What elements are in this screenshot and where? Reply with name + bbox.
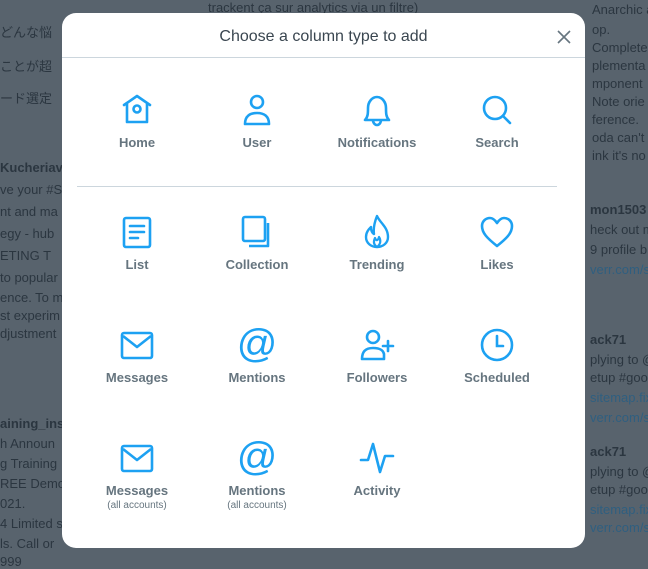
column-type-label: Followers xyxy=(346,370,408,385)
background-text: op. xyxy=(592,22,611,37)
background-text: nt and ma xyxy=(0,204,58,219)
column-type-trending[interactable]: Trending xyxy=(317,213,437,272)
bell-icon xyxy=(363,95,391,127)
background-text: どんな悩 xyxy=(0,25,53,40)
column-type-label: Mentions xyxy=(228,370,286,385)
column-type-label: Mentions xyxy=(228,483,286,498)
at-icon: @ xyxy=(238,326,276,364)
column-type-likes[interactable]: Likes xyxy=(437,213,557,272)
column-type-label: Home xyxy=(118,135,156,150)
svg-text:@: @ xyxy=(238,326,276,364)
column-type-label: Messages xyxy=(105,370,169,385)
background-text: ls. Call or xyxy=(0,536,55,551)
background-text: 4 Limited s xyxy=(0,516,63,531)
background-text: ve your #S xyxy=(0,182,63,197)
column-type-label: List xyxy=(125,257,149,272)
modal-title: Choose a column type to add xyxy=(219,28,428,45)
background-text: ことが超 xyxy=(0,59,53,74)
header-divider xyxy=(62,57,585,58)
column-type-messages-all-accounts[interactable]: Messages (all accounts) xyxy=(77,439,197,511)
background-text: ack71 xyxy=(590,444,627,459)
follow-icon xyxy=(360,329,395,361)
background-text: Complete xyxy=(592,40,648,55)
background-text: mon1503 xyxy=(590,202,647,217)
svg-text:@: @ xyxy=(238,439,276,477)
background-text: to popular xyxy=(0,270,58,285)
background-text: ference. xyxy=(592,112,639,127)
activity-icon xyxy=(359,442,395,474)
section-divider xyxy=(77,186,557,187)
column-type-mentions[interactable]: @ Mentions xyxy=(197,326,317,385)
user-icon xyxy=(243,94,271,126)
background-text: etup #goo xyxy=(590,482,648,497)
background-text: Kucheriav xyxy=(0,160,63,175)
heart-icon xyxy=(480,216,514,248)
background-text: ード選定 xyxy=(0,91,53,106)
column-type-notifications[interactable]: Notifications xyxy=(317,91,437,150)
column-type-sublabel: (all accounts) xyxy=(107,500,167,511)
background-text: 999 xyxy=(0,554,22,569)
background-text: 021. xyxy=(0,496,26,511)
column-type-search[interactable]: Search xyxy=(437,91,557,150)
background-text: verr.com/s xyxy=(590,410,648,425)
background-text: REE Demo xyxy=(0,476,66,491)
column-type-collection[interactable]: Collection xyxy=(197,213,317,272)
background-text: djustment xyxy=(0,326,57,341)
background-text: heck out m xyxy=(590,222,648,237)
search-icon xyxy=(482,95,512,125)
background-text: ink it's no xyxy=(592,148,646,163)
background-text: 9 profile b xyxy=(590,242,648,257)
column-type-scheduled[interactable]: Scheduled xyxy=(437,326,557,385)
column-type-label: Activity xyxy=(353,483,401,498)
column-type-label: Likes xyxy=(480,257,514,272)
background-text: plying to @ xyxy=(590,464,648,479)
background-text: h Announ xyxy=(0,436,55,451)
envelope-icon xyxy=(120,444,154,473)
at-icon: @ xyxy=(238,439,276,477)
background-text: verr.com/s xyxy=(590,262,648,277)
background-text: ack71 xyxy=(590,332,627,347)
background-text: sitemap.fix xyxy=(590,390,648,405)
background-text: sitemap.fix xyxy=(590,502,648,517)
background-text: plementa xyxy=(592,58,646,73)
background-text: Note orie xyxy=(592,94,645,109)
envelope-icon xyxy=(120,331,154,360)
background-text: st experim xyxy=(0,308,60,323)
column-type-list[interactable]: List xyxy=(77,213,197,272)
background-text: etup #goo xyxy=(590,370,648,385)
background-text: ETING T xyxy=(0,248,52,263)
column-type-home[interactable]: Home xyxy=(77,91,197,150)
column-type-messages[interactable]: Messages xyxy=(77,326,197,385)
column-type-label: Collection xyxy=(225,257,289,272)
home-icon xyxy=(122,94,152,124)
column-type-user[interactable]: User xyxy=(197,91,317,150)
background-text: Anarchic an xyxy=(592,2,648,17)
add-column-modal: Choose a column type to add Home User Noti… xyxy=(62,13,585,548)
column-type-label: Scheduled xyxy=(464,370,530,385)
background-text: ence. To m xyxy=(0,290,64,305)
column-type-followers[interactable]: Followers xyxy=(317,326,437,385)
flame-icon xyxy=(364,214,390,249)
background-text: plying to @ xyxy=(590,352,648,367)
background-text: g Training xyxy=(0,456,58,471)
column-type-sublabel: (all accounts) xyxy=(227,500,287,511)
background-text: oda can't xyxy=(592,130,645,145)
background-text: mponent xyxy=(592,76,643,91)
column-type-label: Trending xyxy=(349,257,405,272)
column-type-activity[interactable]: Activity xyxy=(317,439,437,498)
background-text: egy - hub xyxy=(0,226,55,241)
background-text: verr.com/s xyxy=(590,520,648,535)
column-type-label: User xyxy=(242,135,272,150)
clock-icon xyxy=(480,328,514,362)
column-type-label: Messages xyxy=(105,483,169,498)
column-type-mentions-all-accounts[interactable]: @ Mentions (all accounts) xyxy=(197,439,317,511)
column-type-label: Search xyxy=(475,135,519,150)
background-text: aining_inst xyxy=(0,416,69,431)
collection-icon xyxy=(241,215,270,248)
close-icon[interactable] xyxy=(556,29,572,45)
list-icon xyxy=(122,216,152,249)
column-type-label: Notifications xyxy=(337,135,417,150)
